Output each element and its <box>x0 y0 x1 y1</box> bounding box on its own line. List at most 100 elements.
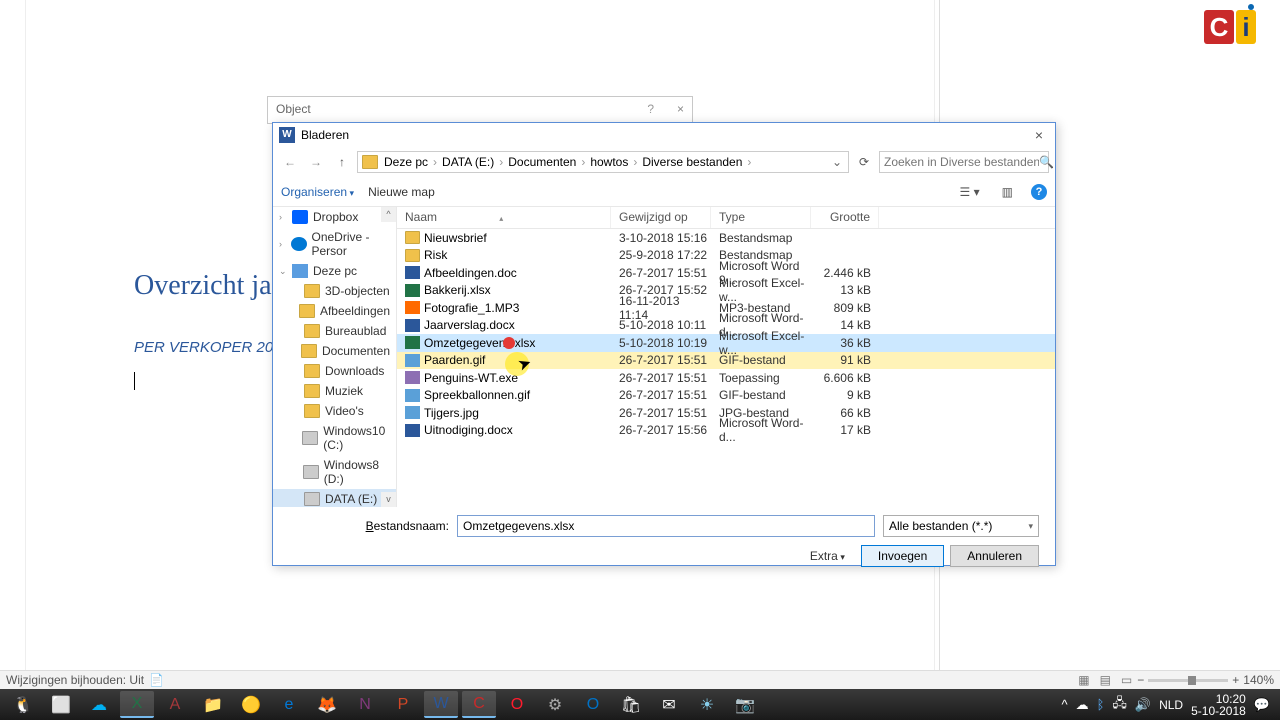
store-icon[interactable]: 🛍 <box>614 691 648 718</box>
start-button[interactable]: 🐧 <box>6 691 40 718</box>
chrome-icon[interactable]: 🟡 <box>234 691 268 718</box>
column-type[interactable]: Type <box>711 207 811 228</box>
nav-forward-button[interactable]: → <box>305 151 327 173</box>
bluetooth-icon[interactable]: ᛒ <box>1097 697 1105 712</box>
notifications-icon[interactable]: 💬 <box>1254 697 1270 713</box>
sidebar-item[interactable]: Bureaublad <box>273 321 396 341</box>
weather-icon[interactable]: ☀ <box>690 691 724 718</box>
macro-icon[interactable]: 📄 <box>144 673 169 687</box>
preview-pane-button[interactable]: ▥ <box>998 185 1017 199</box>
print-layout-icon[interactable]: ▤ <box>1095 673 1116 687</box>
edge-icon[interactable]: e <box>272 691 306 718</box>
object-dialog-title: Object <box>276 102 311 116</box>
nav-back-button[interactable]: ← <box>279 151 301 173</box>
sidebar-item[interactable]: Downloads <box>273 361 396 381</box>
view-options-button[interactable]: ☰ ▾ <box>956 185 984 199</box>
browse-footer: Bestandsnaam: Alle bestanden (*.*) Extra… <box>273 507 1055 575</box>
insert-button[interactable]: Invoegen <box>861 545 944 567</box>
sidebar-scroll-up[interactable]: ^ <box>381 207 396 222</box>
object-dialog-titlebar: Object ? × <box>267 96 693 124</box>
column-size[interactable]: Grootte <box>811 207 879 228</box>
network-icon[interactable]: 🖧 <box>1112 694 1127 716</box>
navigation-bar: ← → ↑ Deze pc› DATA (E:)› Documenten› ho… <box>273 147 1055 177</box>
breadcrumb-item[interactable]: howtos <box>588 155 630 169</box>
column-date[interactable]: Gewijzigd op <box>611 207 711 228</box>
browse-close-button[interactable]: × <box>1029 127 1049 143</box>
word-icon[interactable]: W <box>424 691 458 718</box>
web-layout-icon[interactable]: ▭ <box>1116 673 1137 687</box>
zoom-level[interactable]: 140% <box>1243 673 1274 687</box>
nav-up-button[interactable]: ↑ <box>331 151 353 173</box>
explorer-icon[interactable]: 📁 <box>196 691 230 718</box>
sidebar-item[interactable]: DATA (E:) <box>273 489 396 507</box>
zoom-control[interactable]: −+ 140% <box>1137 673 1274 687</box>
sidebar-item[interactable]: Afbeeldingen <box>273 301 396 321</box>
sidebar-item[interactable]: ⌄Deze pc <box>273 261 396 281</box>
volume-icon[interactable]: 🔊 <box>1135 697 1151 713</box>
new-folder-button[interactable]: Nieuwe map <box>368 185 435 199</box>
breadcrumb-dropdown[interactable]: ⌄ <box>830 155 844 169</box>
sidebar-item[interactable]: Windows10 (C:) <box>273 421 396 455</box>
skype-icon[interactable]: ☁ <box>82 691 116 718</box>
text-cursor <box>134 372 135 390</box>
breadcrumb-item[interactable]: Documenten <box>506 155 578 169</box>
sidebar-item[interactable]: ›OneDrive - Persor <box>273 227 396 261</box>
file-row[interactable]: Bakkerij.xlsx26-7-2017 15:52Microsoft Ex… <box>397 282 1055 300</box>
sidebar-item[interactable]: Muziek <box>273 381 396 401</box>
object-dialog-help-button[interactable]: ? <box>647 102 654 116</box>
sidebar-item[interactable]: Windows8 (D:) <box>273 455 396 489</box>
refresh-button[interactable]: ⟳ <box>853 155 875 169</box>
opera-icon[interactable]: O <box>500 691 534 718</box>
mail-icon[interactable]: ✉ <box>652 691 686 718</box>
tray-arrow[interactable]: ^ <box>1061 697 1067 712</box>
onenote-icon[interactable]: N <box>348 691 382 718</box>
access-icon[interactable]: A <box>158 691 192 718</box>
language-indicator[interactable]: NLD <box>1159 698 1183 712</box>
firefox-icon[interactable]: 🦊 <box>310 691 344 718</box>
camtasia-icon[interactable]: ⬜ <box>44 691 78 718</box>
file-row[interactable]: Omzetgegevens.xlsx5-10-2018 10:19Microso… <box>397 334 1055 352</box>
camera-icon[interactable]: 📷 <box>728 691 762 718</box>
word-icon: W <box>279 127 295 143</box>
status-bar: Wijzigingen bijhouden: Uit 📄 ▦ ▤ ▭ −+ 14… <box>0 670 1280 689</box>
filename-label: Bestandsnaam: <box>289 519 449 533</box>
file-row[interactable]: Spreekballonnen.gif26-7-2017 15:51GIF-be… <box>397 387 1055 405</box>
clock[interactable]: 10:205-10-2018 <box>1191 693 1246 717</box>
app-icon[interactable]: C <box>462 691 496 718</box>
breadcrumb-item[interactable]: DATA (E:) <box>440 155 496 169</box>
folder-icon <box>362 155 378 169</box>
settings-icon[interactable]: ⚙ <box>538 691 572 718</box>
breadcrumb-item[interactable]: Deze pc <box>382 155 430 169</box>
file-row[interactable]: Nieuwsbrief3-10-2018 15:16Bestandsmap <box>397 229 1055 247</box>
sidebar-item[interactable]: Video's <box>273 401 396 421</box>
read-mode-icon[interactable]: ▦ <box>1073 673 1094 687</box>
cancel-button[interactable]: Annuleren <box>950 545 1039 567</box>
brand-logo: Ci <box>1204 10 1262 48</box>
extra-button[interactable]: Extra <box>810 549 845 563</box>
sidebar-item[interactable]: 3D-objecten <box>273 281 396 301</box>
column-name[interactable]: Naam <box>397 207 611 228</box>
sidebar-item[interactable]: Documenten <box>273 341 396 361</box>
filename-input[interactable] <box>457 515 875 537</box>
organize-button[interactable]: Organiseren <box>281 185 354 199</box>
search-icon[interactable]: 🔍 <box>1039 155 1054 169</box>
file-row[interactable]: Uitnodiging.docx26-7-2017 15:56Microsoft… <box>397 422 1055 440</box>
breadcrumb[interactable]: Deze pc› DATA (E:)› Documenten› howtos› … <box>357 151 849 173</box>
onedrive-tray-icon[interactable]: ☁ <box>1076 697 1089 713</box>
folder-sidebar: ^ ›Dropbox›OneDrive - Persor⌄Deze pc3D-o… <box>273 207 397 507</box>
sidebar-item[interactable]: ›Dropbox <box>273 207 396 227</box>
file-type-select[interactable]: Alle bestanden (*.*) <box>883 515 1039 537</box>
help-button[interactable]: ? <box>1031 184 1047 200</box>
powerpoint-icon[interactable]: P <box>386 691 420 718</box>
search-input[interactable] <box>884 155 1039 169</box>
outlook-icon[interactable]: O <box>576 691 610 718</box>
breadcrumb-item[interactable]: Diverse bestanden <box>640 155 744 169</box>
sidebar-scroll-down[interactable]: v <box>381 492 396 507</box>
file-row[interactable]: Paarden.gif26-7-2017 15:51GIF-bestand91 … <box>397 352 1055 370</box>
search-box[interactable]: 🔍 <box>879 151 1049 173</box>
object-dialog-close-button[interactable]: × <box>677 102 684 116</box>
file-list: Naam Gewijzigd op Type Grootte Nieuwsbri… <box>397 207 1055 507</box>
file-row[interactable]: Penguins-WT.exe26-7-2017 15:51Toepassing… <box>397 369 1055 387</box>
excel-icon[interactable]: X <box>120 691 154 718</box>
zoom-slider[interactable] <box>1148 679 1228 682</box>
